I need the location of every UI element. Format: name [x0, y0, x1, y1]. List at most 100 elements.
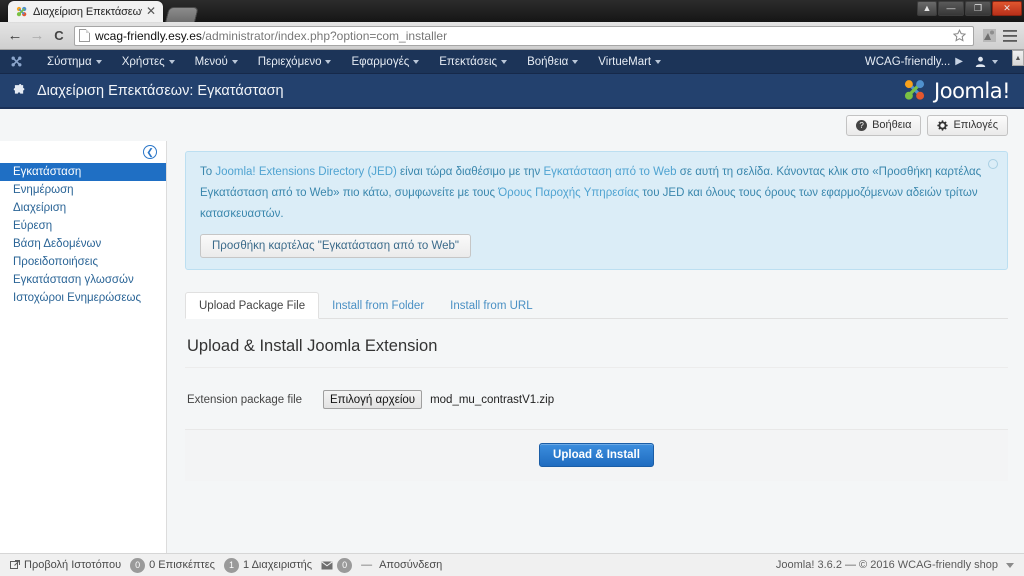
admins-count-badge: 1 [224, 557, 239, 573]
url-host: wcag-friendly.esy.es [95, 28, 202, 43]
sidebar-item-update-sites[interactable]: Ιστοχώροι Ενημερώσεως [0, 289, 166, 307]
add-install-from-web-tab-button[interactable]: Προσθήκη καρτέλας "Εγκατάσταση από το We… [200, 234, 472, 258]
site-name-link[interactable]: WCAG-friendly... ▶ [865, 56, 975, 68]
menu-item-help[interactable]: Βοήθεια [517, 56, 588, 68]
chevron-left-circle-icon[interactable]: ❮ [143, 145, 157, 159]
browser-window: Διαχείριση Επεκτάσεων: Ε ✕ ▲ — ❐ ✕ ← → C… [0, 0, 1024, 576]
menu-label: Χρήστες [121, 55, 165, 68]
back-icon[interactable]: ← [4, 25, 26, 47]
tab-install-from-folder[interactable]: Install from Folder [319, 292, 437, 319]
sidebar-item-update[interactable]: Ενημέρωση [0, 181, 166, 199]
window-minimize-button[interactable]: — [938, 1, 964, 16]
extension-icon[interactable] [979, 26, 999, 46]
chevron-down-icon [168, 59, 175, 64]
sidebar-item-database[interactable]: Βάση Δεδομένων [0, 235, 166, 253]
address-bar[interactable]: wcag-friendly.esy.es/administrator/index… [74, 25, 974, 46]
alert-text: Το Joomla! Extensions Directory (JED) εί… [200, 162, 993, 225]
page-document-icon [79, 29, 90, 42]
panel-heading: Upload & Install Joomla Extension [185, 319, 1008, 368]
menu-item-components[interactable]: Εφαρμογές [341, 56, 429, 68]
menu-label: Μενού [194, 55, 228, 68]
admin-toolbar: ? Βοήθεια Επιλογές [0, 109, 1024, 141]
tab-close-icon[interactable]: ✕ [145, 5, 157, 18]
browser-tab[interactable]: Διαχείριση Επεκτάσεων: Ε ✕ [8, 1, 163, 22]
menu-label: Σύστημα [47, 55, 92, 68]
scrollbar-down-button[interactable] [1006, 562, 1014, 568]
envelope-icon [321, 560, 333, 570]
visitors-label: 0 Επισκέπτες [149, 559, 215, 571]
window-restore-button[interactable]: ▲ [917, 1, 937, 16]
star-icon[interactable] [949, 26, 969, 46]
menu-item-content[interactable]: Περιεχόμενο [248, 56, 342, 68]
visitors-status[interactable]: 0 0 Επισκέπτες [130, 557, 215, 573]
admins-status[interactable]: 1 1 Διαχειριστής [224, 557, 312, 573]
menu-item-menus[interactable]: Μενού [185, 56, 248, 68]
sidebar-item-manage[interactable]: Διαχείριση [0, 199, 166, 217]
sidebar-item-install[interactable]: Εγκατάσταση [0, 163, 166, 181]
user-icon [975, 56, 986, 67]
options-button[interactable]: Επιλογές [927, 114, 1008, 136]
install-from-web-link[interactable]: Εγκατάσταση από το Web [543, 166, 676, 178]
page-title: Διαχείριση Επεκτάσεων: Εγκατάσταση [37, 82, 284, 99]
admin-menu-bar: Σύστημα Χρήστες Μενού Περιεχόμενο Εφαρμο… [0, 50, 1024, 74]
messages-count-badge: 0 [337, 557, 353, 573]
menu-item-system[interactable]: Σύστημα [37, 56, 112, 68]
menu-item-extensions[interactable]: Επεκτάσεις [429, 56, 517, 68]
help-label: Βοήθεια [872, 119, 912, 131]
alert-part: είναι τώρα διαθέσιμο με την [396, 166, 544, 178]
sidebar-menu: Εγκατάσταση Ενημέρωση Διαχείριση Εύρεση … [0, 163, 166, 307]
sidebar-item-label: Ιστοχώροι Ενημερώσεως [13, 292, 141, 304]
chevron-down-icon [231, 59, 238, 64]
help-button[interactable]: ? Βοήθεια [846, 114, 922, 136]
reload-icon[interactable]: C [48, 25, 70, 47]
scrollbar-up-button[interactable]: ▲ [1012, 50, 1024, 66]
chevron-down-icon [95, 59, 102, 64]
menu-icon[interactable] [1000, 26, 1020, 46]
jed-link[interactable]: Joomla! Extensions Directory (JED) [215, 166, 397, 178]
browser-toolbar: ← → C wcag-friendly.esy.es/administrator… [0, 22, 1024, 50]
forward-icon[interactable]: → [26, 25, 48, 47]
window-maximize-button[interactable]: ❐ [965, 1, 991, 16]
view-site-label: Προβολή Ιστοτόπου [24, 559, 122, 571]
sidebar-item-label: Προειδοποιήσεις [13, 256, 98, 268]
menu-label: Εφαρμογές [351, 55, 410, 68]
joomla-mark-icon [904, 80, 925, 100]
menu-item-users[interactable]: Χρήστες [112, 56, 185, 68]
sidebar-item-discover[interactable]: Εύρεση [0, 217, 166, 235]
view-site-link[interactable]: Προβολή Ιστοτόπου [10, 559, 121, 571]
main-content: Το Joomla! Extensions Directory (JED) εί… [167, 141, 1024, 553]
menu-label: Επεκτάσεις [439, 55, 498, 68]
file-upload-row: Extension package file Επιλογή αρχείου m… [185, 368, 1008, 429]
new-tab-button[interactable] [165, 7, 199, 22]
options-label: Επιλογές [953, 119, 998, 131]
sidebar-item-warnings[interactable]: Προειδοποιήσεις [0, 253, 166, 271]
close-circle-icon[interactable] [988, 159, 998, 169]
upload-and-install-button[interactable]: Upload & Install [539, 443, 654, 467]
sidebar-item-label: Εύρεση [13, 220, 53, 232]
url-path: /administrator/index.php?option=com_inst… [201, 28, 448, 43]
visitors-count-badge: 0 [130, 557, 146, 573]
chevron-down-icon [325, 59, 332, 64]
chevron-down-icon [572, 59, 579, 64]
messages-status[interactable]: 0 [321, 557, 353, 573]
terms-of-service-link[interactable]: Όρους Παροχής Υπηρεσίας [498, 187, 639, 199]
sidebar-item-label: Εγκατάσταση γλωσσών [13, 274, 134, 286]
puzzle-piece-icon [12, 83, 27, 98]
browser-tab-title: Διαχείριση Επεκτάσεων: Ε [33, 5, 142, 18]
sidebar-item-languages[interactable]: Εγκατάσταση γλωσσών [0, 271, 166, 289]
menu-item-virtuemart[interactable]: VirtueMart [588, 56, 671, 68]
tab-upload-package-file[interactable]: Upload Package File [185, 292, 320, 319]
window-close-button[interactable]: ✕ [992, 1, 1022, 16]
menu-label: VirtueMart [598, 55, 652, 68]
sidebar-item-label: Βάση Δεδομένων [13, 238, 102, 250]
joomla-logo: Joomla! [901, 77, 1010, 104]
joomla-glyph-icon[interactable] [10, 55, 23, 68]
admin-statusbar: Προβολή Ιστοτόπου 0 0 Επισκέπτες 1 1 Δια… [0, 553, 1024, 576]
page-viewport: Σύστημα Χρήστες Μενού Περιεχόμενο Εφαρμο… [0, 50, 1024, 576]
tab-install-from-url[interactable]: Install from URL [437, 292, 545, 319]
logout-link[interactable]: Αποσύνδεση [379, 559, 442, 571]
alert-part: Το [200, 166, 216, 178]
joomla-favicon-icon [15, 5, 28, 18]
choose-file-button[interactable]: Επιλογή αρχείου [323, 390, 423, 409]
question-mark-icon: ? [856, 119, 868, 131]
